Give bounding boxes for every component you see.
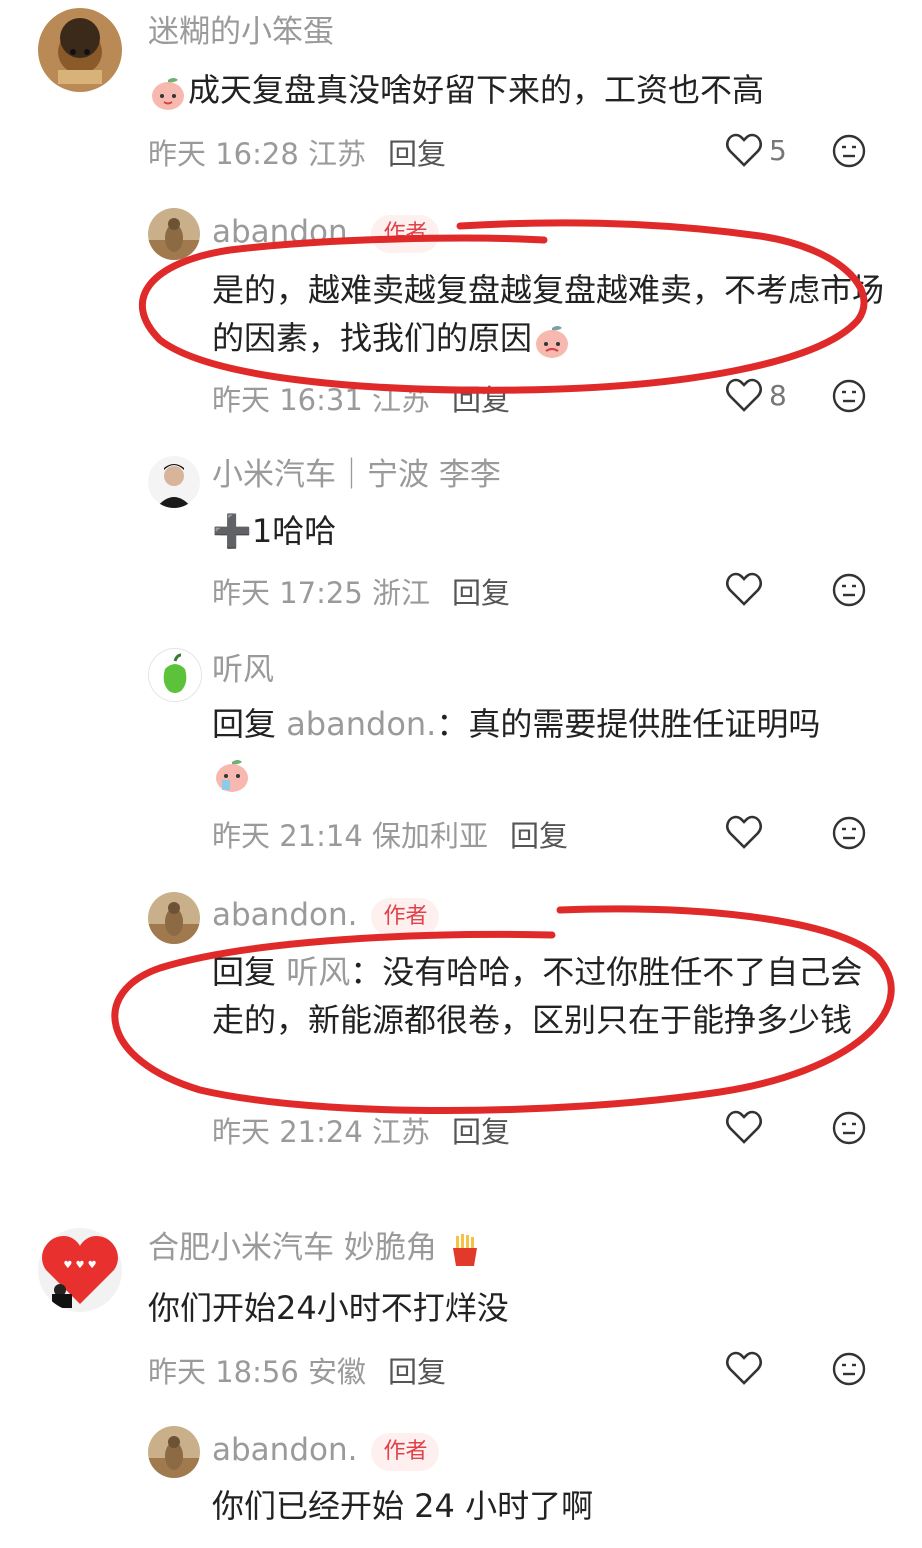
fries-emoji-icon: [452, 1233, 477, 1266]
avatar[interactable]: [148, 456, 200, 508]
like-button[interactable]: 5: [725, 132, 787, 168]
heart-icon: [726, 378, 762, 412]
reply-button[interactable]: 回复: [388, 137, 446, 171]
comment-text: 你们开始24小时不打烊没: [148, 1289, 509, 1327]
comment-username[interactable]: 合肥小米汽车 妙脆角: [148, 1228, 483, 1268]
reply-text: ➕1哈哈: [212, 512, 337, 550]
timestamp-location: 昨天 18:56 安徽: [148, 1355, 367, 1389]
reply-text: 回复 abandon.：真的需要提供胜任证明吗: [212, 700, 892, 796]
author-badge: 作者: [371, 214, 440, 253]
reply-username[interactable]: 小米汽车｜宁波 李李: [212, 455, 501, 495]
timestamp-location: 昨天 21:24 江苏: [212, 1115, 431, 1149]
face-emoji-icon[interactable]: [831, 133, 867, 169]
heart-icon: [726, 1351, 762, 1385]
face-emoji-icon[interactable]: [831, 1351, 867, 1387]
like-count: 8: [769, 378, 787, 412]
avatar[interactable]: [38, 8, 122, 92]
avatar[interactable]: [148, 1426, 200, 1478]
peach-emoji-icon: [536, 326, 569, 358]
reply-username[interactable]: abandon. 作者: [212, 895, 440, 936]
reply-username[interactable]: abandon. 作者: [212, 1430, 440, 1471]
reply-username[interactable]: abandon. 作者: [212, 212, 440, 253]
face-emoji-icon[interactable]: [831, 815, 867, 851]
username-text: 合肥小米汽车 妙脆角: [148, 1230, 437, 1266]
reply-button[interactable]: 回复: [388, 1355, 446, 1389]
heart-icon: [726, 815, 762, 849]
reply-text: 是的，越难卖越复盘越复盘越难卖，不考虑市场的因素，找我们的原因: [212, 266, 892, 362]
heart-icon: [726, 572, 762, 606]
peach-emoji-icon: [216, 760, 248, 792]
like-button[interactable]: [725, 1109, 763, 1145]
reply-button[interactable]: 回复: [452, 383, 510, 417]
pepper-avatar-icon: [149, 649, 201, 701]
avatar[interactable]: [148, 648, 202, 702]
reply-text: 你们已经开始 24 小时了啊: [212, 1487, 594, 1525]
username-text: abandon.: [212, 897, 358, 933]
reply-meta: 昨天 17:25 浙江 回复: [212, 573, 510, 613]
face-emoji-icon[interactable]: [831, 1110, 867, 1146]
reply-prefix: 回复: [212, 705, 277, 743]
reply-meta: 昨天 21:24 江苏 回复: [212, 1112, 510, 1152]
reply-meta: 昨天 21:14 保加利亚 回复: [212, 816, 568, 856]
reply-target-user[interactable]: abandon.: [286, 705, 436, 743]
timestamp-location: 昨天 21:14 保加利亚: [212, 819, 489, 853]
avatar[interactable]: [148, 208, 200, 260]
like-count: 5: [769, 133, 787, 167]
svg-text:♥ ♥ ♥: ♥ ♥ ♥: [63, 1260, 96, 1271]
timestamp-location: 昨天 16:31 江苏: [212, 383, 431, 417]
like-button[interactable]: [725, 571, 763, 607]
comment-meta: 昨天 18:56 安徽 回复: [148, 1352, 446, 1392]
reply-button[interactable]: 回复: [510, 819, 568, 853]
heart-icon: [726, 1110, 762, 1144]
avatar[interactable]: ♥ ♥ ♥: [38, 1228, 122, 1312]
timestamp-location: 昨天 16:28 江苏: [148, 137, 367, 171]
comment-text: 成天复盘真没啥好留下来的，工资也不高: [148, 66, 868, 114]
timestamp-location: 昨天 17:25 浙江: [212, 576, 431, 610]
reply-meta: 昨天 16:31 江苏 回复: [212, 380, 510, 420]
reply-username[interactable]: 听风: [212, 650, 274, 690]
reply-button[interactable]: 回复: [452, 1115, 510, 1149]
reply-prefix: 回复: [212, 953, 277, 991]
username-text: abandon.: [212, 214, 358, 250]
like-button[interactable]: [725, 1350, 763, 1386]
author-badge: 作者: [371, 897, 440, 936]
face-emoji-icon[interactable]: [831, 378, 867, 414]
peach-emoji-icon: [152, 78, 184, 110]
comment-username[interactable]: 迷糊的小笨蛋: [148, 12, 334, 52]
reply-text-content: ：真的需要提供胜任证明吗: [436, 705, 821, 743]
reply-target-user[interactable]: 听风: [286, 953, 350, 991]
reply-text: 回复 听风：没有哈哈，不过你胜任不了自己会走的，新能源都很卷，区别只在于能挣多少…: [212, 948, 872, 1044]
face-emoji-icon[interactable]: [831, 572, 867, 608]
author-badge: 作者: [371, 1432, 440, 1471]
username-text: abandon.: [212, 1432, 358, 1468]
comment-text-content: 成天复盘真没啥好留下来的，工资也不高: [188, 71, 765, 109]
heart-icon: [726, 133, 762, 167]
comment-meta: 昨天 16:28 江苏 回复: [148, 134, 446, 174]
like-button[interactable]: [725, 814, 763, 850]
like-button[interactable]: 8: [725, 377, 787, 413]
reply-button[interactable]: 回复: [452, 576, 510, 610]
avatar[interactable]: [148, 892, 200, 944]
